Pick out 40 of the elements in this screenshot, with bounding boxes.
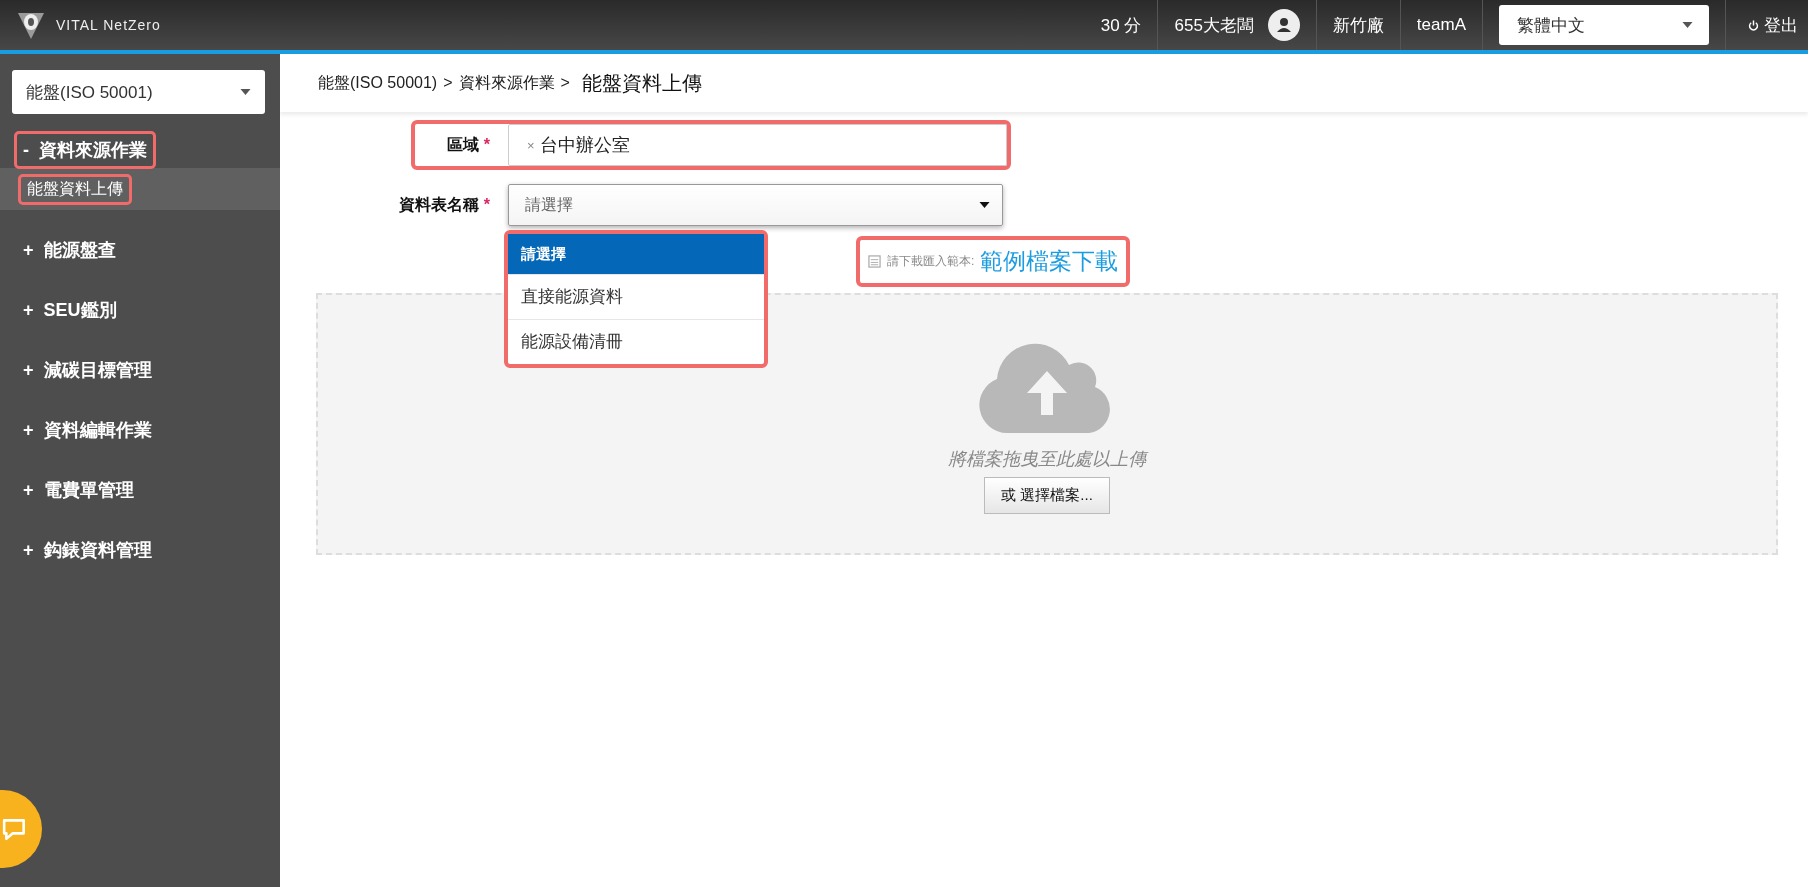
field-label: 資料表名稱 * [398, 195, 491, 215]
dropdown-option[interactable]: 能源設備清冊 [508, 319, 764, 364]
module-select[interactable]: 能盤(ISO 50001) [12, 70, 265, 114]
nav-item[interactable]: + 資料編輯作業 [14, 411, 161, 449]
speech-bubble-icon [2, 816, 28, 842]
nav-item[interactable]: + 電費單管理 [14, 471, 143, 509]
user-name[interactable]: 655大老闆 [1174, 13, 1254, 37]
region-tag-field[interactable]: × 台中辦公室 [508, 124, 1007, 166]
breadcrumb-link[interactable]: 資料來源作業 [458, 72, 555, 94]
power-icon [1748, 19, 1759, 31]
nav-item[interactable]: + 能源盤查 [14, 231, 125, 269]
breadcrumb-separator: > [443, 74, 453, 92]
choose-file-button[interactable]: 或 選擇檔案... [984, 476, 1110, 514]
nav-item[interactable]: + 減碳目標管理 [14, 351, 161, 389]
field-label: 區域 * [446, 135, 491, 155]
nav-item[interactable]: + SEU鑑別 [14, 291, 126, 329]
language-select[interactable]: 繁體中文 [1499, 5, 1709, 45]
nav-item[interactable]: - 資料來源作業 [14, 131, 156, 169]
template-hint: 請下載匯入範本: [887, 253, 975, 270]
caret-icon [979, 202, 990, 208]
site-label[interactable]: 新竹廠 [1315, 0, 1400, 50]
logout-button[interactable]: 登出 [1725, 0, 1808, 50]
logo-icon [16, 10, 46, 40]
breadcrumb-link[interactable]: 能盤(ISO 50001) [318, 72, 438, 94]
dropdown-option[interactable]: 請選擇 [508, 234, 764, 274]
page-title: 能盤資料上傳 [581, 70, 702, 96]
tag-label: 台中辦公室 [539, 134, 630, 157]
remove-tag-button[interactable]: × [527, 137, 535, 153]
sheet-select[interactable]: 請選擇 [508, 184, 1003, 226]
points-label: 30 分 [1099, 14, 1143, 37]
logo-text: VITAL NetZero [56, 17, 161, 33]
user-avatar-icon[interactable] [1267, 9, 1300, 41]
nav-item[interactable]: + 鈎錶資料管理 [14, 531, 161, 569]
dropdown-option[interactable]: 直接能源資料 [508, 274, 764, 319]
breadcrumb-separator: > [560, 74, 570, 92]
document-icon [868, 255, 881, 268]
nav-subitem[interactable]: 能盤資料上傳 [18, 173, 132, 205]
team-label[interactable]: teamA [1399, 0, 1482, 50]
caret-icon [1682, 22, 1693, 28]
caret-icon [240, 89, 251, 95]
